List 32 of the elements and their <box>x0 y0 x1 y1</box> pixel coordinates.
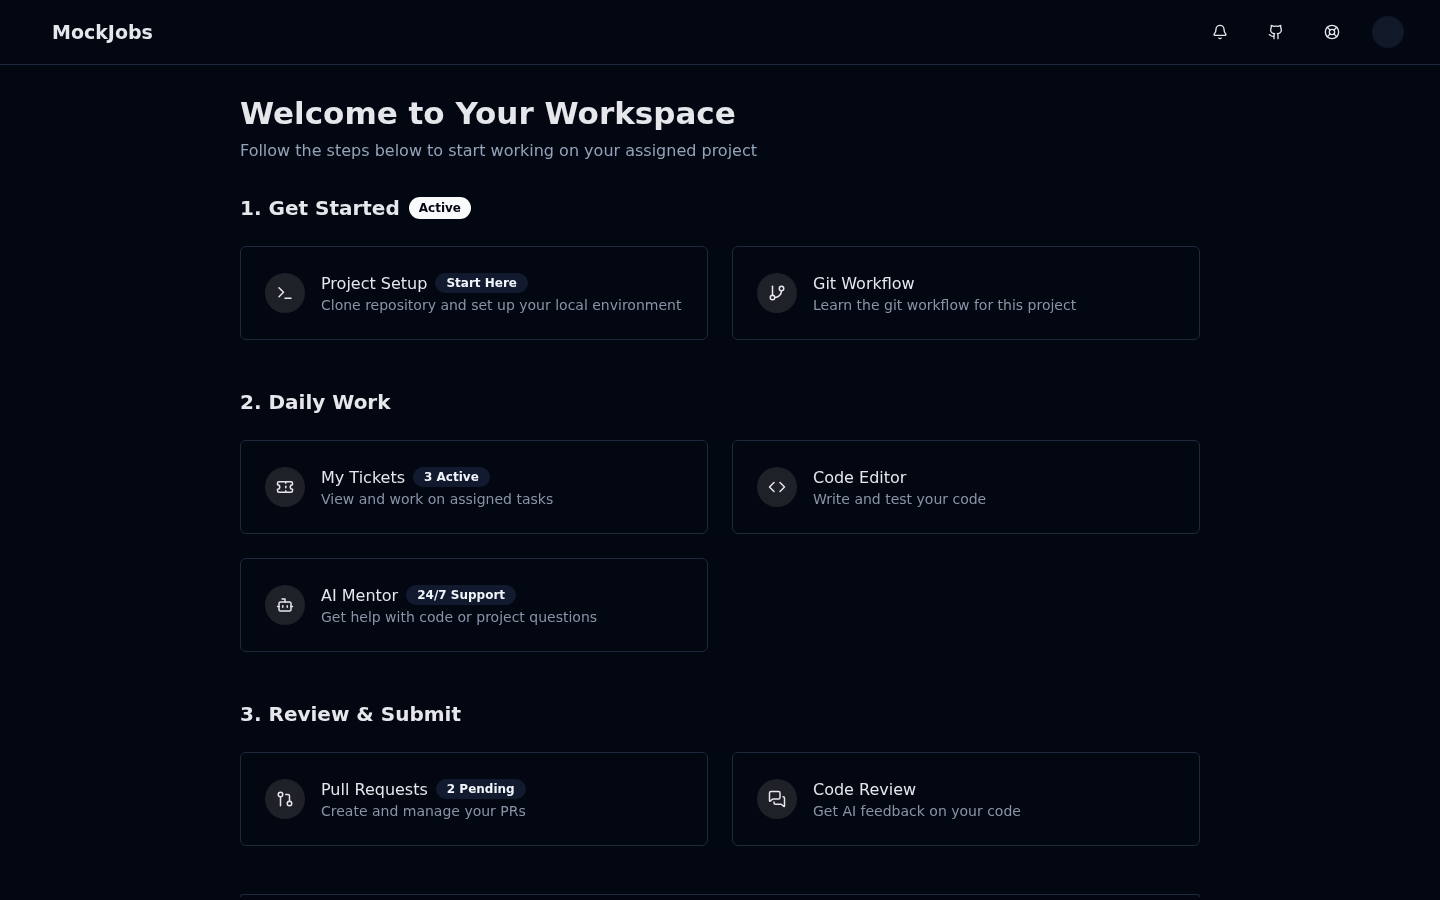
card-badge: Start Here <box>435 273 528 293</box>
page-title: Welcome to Your Workspace <box>240 95 737 131</box>
section-heading: 3. Review & Submit <box>240 702 461 726</box>
card-description: Get AI feedback on your code <box>813 802 1021 819</box>
workspace-card[interactable]: Project Setup Start Here Clone repository and set up your local environment <box>240 246 708 340</box>
card-title: Code Review <box>813 779 917 799</box>
card-title: Pull Requests <box>321 779 428 799</box>
workspace-card[interactable]: Code Editor Write and test your code <box>732 440 1200 534</box>
card-description: Create and manage your PRs <box>321 803 526 819</box>
workspace-card[interactable]: AI Mentor 24/7 Support Get help with code or project questions <box>240 558 708 652</box>
workspace-card[interactable]: Code Review Get AI feedback on your code <box>732 752 1200 846</box>
page-subtitle: Follow the steps below to start working on your assigned project <box>240 141 758 160</box>
logo: MockJobs <box>52 21 153 43</box>
section-heading: 1. Get Started <box>240 196 400 220</box>
card-description: Write and test your code <box>813 490 987 507</box>
card-title: Project Setup <box>321 273 428 293</box>
card-title: AI Mentor <box>321 585 399 605</box>
workspace-card[interactable]: Pull Requests 2 Pending Create and manage your PRs <box>240 752 708 846</box>
card-title: Git Workflow <box>813 273 915 293</box>
card-description: Learn the git workflow for this project <box>813 296 1077 313</box>
workspace-card[interactable]: Git Workflow Learn the git workflow for this project <box>732 246 1200 340</box>
card-title: Code Editor <box>813 467 907 487</box>
card-badge: 3 Active <box>413 467 490 487</box>
card-description: Clone repository and set up your local environment <box>321 297 682 313</box>
card-description: Get help with code or project questions <box>321 609 598 625</box>
card-badge: 24/7 Support <box>406 585 517 605</box>
card-title: My Tickets <box>321 467 406 487</box>
card-description: View and work on assigned tasks <box>321 491 554 507</box>
workspace-card[interactable]: My Tickets 3 Active View and work on assigned tasks <box>240 440 708 534</box>
section-heading: 2. Daily Work <box>240 390 391 414</box>
status-badge: Active <box>408 197 471 219</box>
card-badge: 2 Pending <box>435 779 526 799</box>
